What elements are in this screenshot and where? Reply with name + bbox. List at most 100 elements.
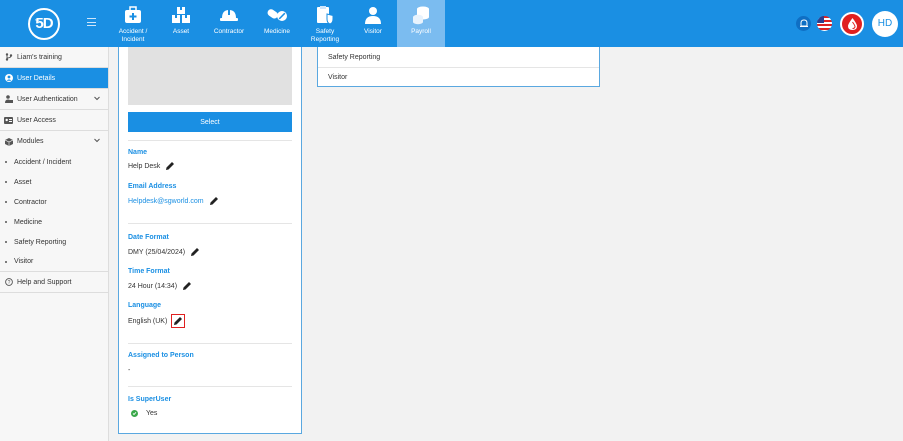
select-photo-button[interactable]: Select xyxy=(128,112,292,132)
user-circle-icon xyxy=(4,74,13,83)
tab-label: Contractor xyxy=(213,28,245,35)
sidebar-module-visitor[interactable]: Visitor xyxy=(0,252,108,272)
us-flag-icon[interactable] xyxy=(817,16,832,31)
date-format-row: DMY (25/04/2024) xyxy=(128,247,200,257)
header-actions: HD xyxy=(796,0,903,47)
tab-label: Safety Reporting xyxy=(310,28,340,43)
module-list-panel: Safety Reporting Visitor xyxy=(317,47,600,87)
sidebar-item-user-authentication[interactable]: User Authentication xyxy=(0,89,108,110)
name-label: Name xyxy=(128,149,148,156)
assigned-person-label: Assigned to Person xyxy=(128,352,194,359)
sidebar-module-asset[interactable]: Asset xyxy=(0,172,108,192)
sidebar-module-label: Asset xyxy=(14,178,32,186)
sidebar-item-liams-training[interactable]: Liam's training xyxy=(0,47,108,68)
cube-icon xyxy=(4,137,13,146)
edit-time-format-pencil-icon[interactable] xyxy=(182,281,192,291)
language-label: Language xyxy=(128,302,162,309)
sidebar-module-label: Visitor xyxy=(14,258,34,265)
tab-safety-reporting[interactable]: Safety Reporting xyxy=(301,0,349,47)
edit-language-pencil-icon[interactable] xyxy=(171,314,186,328)
sidebar-module-label: Contractor xyxy=(14,198,47,206)
check-circle-icon xyxy=(131,410,138,417)
email-value[interactable]: Helpdesk@sgworld.com xyxy=(128,198,204,205)
list-item[interactable]: Visitor xyxy=(318,67,599,87)
tab-label: Medicine xyxy=(263,28,290,35)
time-format-row: 24 Hour (14:34) xyxy=(128,281,192,291)
superuser-label: Is SuperUser xyxy=(128,396,172,403)
divider xyxy=(128,343,292,344)
divider xyxy=(128,386,292,387)
edit-date-format-pencil-icon[interactable] xyxy=(190,247,200,257)
time-format-value: 24 Hour (14:34) xyxy=(128,282,178,290)
module-tabs: Accident / Incident Asset Contractor Med… xyxy=(109,0,445,47)
list-item[interactable]: Safety Reporting xyxy=(318,47,599,67)
name-value: Help Desk xyxy=(128,162,161,170)
hard-hat-icon xyxy=(219,4,239,26)
divider xyxy=(128,223,292,224)
chevron-down-icon[interactable] xyxy=(94,138,100,145)
bullet-icon xyxy=(5,161,7,163)
sidebar-module-accident-incident[interactable]: Accident / Incident xyxy=(0,152,108,172)
sidebar-item-label: User Access xyxy=(17,116,56,124)
blood-drop-icon[interactable] xyxy=(840,11,864,36)
profile-photo xyxy=(128,47,292,105)
tab-payroll[interactable]: Payroll xyxy=(397,0,445,47)
tab-medicine[interactable]: Medicine xyxy=(253,0,301,47)
menu-toggle-icon[interactable] xyxy=(87,18,96,26)
edit-email-pencil-icon[interactable] xyxy=(209,196,219,206)
sidebar-item-user-details[interactable]: User Details xyxy=(0,68,108,89)
logo-area: SG 5D xyxy=(0,0,109,47)
tab-label: Visitor xyxy=(364,28,382,35)
date-format-value: DMY (25/04/2024) xyxy=(128,248,186,256)
edit-name-pencil-icon[interactable] xyxy=(165,161,175,171)
tab-accident-incident[interactable]: Accident / Incident xyxy=(109,0,157,47)
tab-label: Accident / Incident xyxy=(118,28,148,43)
tab-label: Payroll xyxy=(411,28,431,35)
sidebar-module-label: Accident / Incident xyxy=(14,158,72,166)
branch-icon xyxy=(4,53,13,62)
tab-visitor[interactable]: Visitor xyxy=(349,0,397,47)
email-label: Email Address xyxy=(128,183,177,190)
bullet-icon xyxy=(5,181,7,183)
bullet-icon xyxy=(5,241,7,243)
tab-asset[interactable]: Asset xyxy=(157,0,205,47)
sidebar-item-modules[interactable]: Modules xyxy=(0,131,108,152)
logo-sup: SG xyxy=(35,17,40,22)
sidebar-item-label: Modules xyxy=(17,138,44,145)
sidebar-item-label: User Authentication xyxy=(17,95,78,103)
sidebar-module-label: Medicine xyxy=(14,218,43,226)
bullet-icon xyxy=(5,260,7,263)
language-row: English (UK) xyxy=(128,314,186,328)
logo[interactable]: SG 5D xyxy=(28,7,60,40)
bullet-icon xyxy=(5,201,7,203)
sidebar-item-user-access[interactable]: User Access xyxy=(0,110,108,131)
language-value: English (UK) xyxy=(128,317,168,325)
coins-icon xyxy=(411,4,431,26)
sidebar-module-label: Safety Reporting xyxy=(14,238,67,246)
clipboard-shield-icon xyxy=(315,4,335,26)
person-icon xyxy=(364,4,382,26)
bell-icon[interactable] xyxy=(796,16,811,31)
tab-contractor[interactable]: Contractor xyxy=(205,0,253,47)
first-aid-icon xyxy=(124,4,142,26)
user-lock-icon xyxy=(4,95,13,104)
avatar[interactable]: HD xyxy=(872,10,898,37)
tab-label: Asset xyxy=(172,28,190,35)
top-bar: SG 5D Accident / Incident Asset Contract… xyxy=(0,0,903,47)
user-details-card: Select Name Help Desk Email Address Help… xyxy=(118,47,302,434)
sidebar-module-safety-reporting[interactable]: Safety Reporting xyxy=(0,232,108,252)
id-card-icon xyxy=(4,116,13,125)
name-value-row: Help Desk xyxy=(128,161,175,171)
sidebar-module-medicine[interactable]: Medicine xyxy=(0,212,108,232)
sidebar-item-label: Liam's training xyxy=(17,53,62,61)
sidebar-item-label: User Details xyxy=(17,74,56,82)
assigned-person-value: - xyxy=(128,367,131,374)
superuser-row: Yes xyxy=(128,410,157,417)
sidebar-module-contractor[interactable]: Contractor xyxy=(0,192,108,212)
svg-text:?: ? xyxy=(7,280,10,286)
sidebar-item-label: Help and Support xyxy=(17,278,72,286)
question-circle-icon: ? xyxy=(4,278,13,287)
date-format-label: Date Format xyxy=(128,234,169,241)
chevron-down-icon[interactable] xyxy=(94,96,100,103)
sidebar-item-help-support[interactable]: ? Help and Support xyxy=(0,272,108,293)
